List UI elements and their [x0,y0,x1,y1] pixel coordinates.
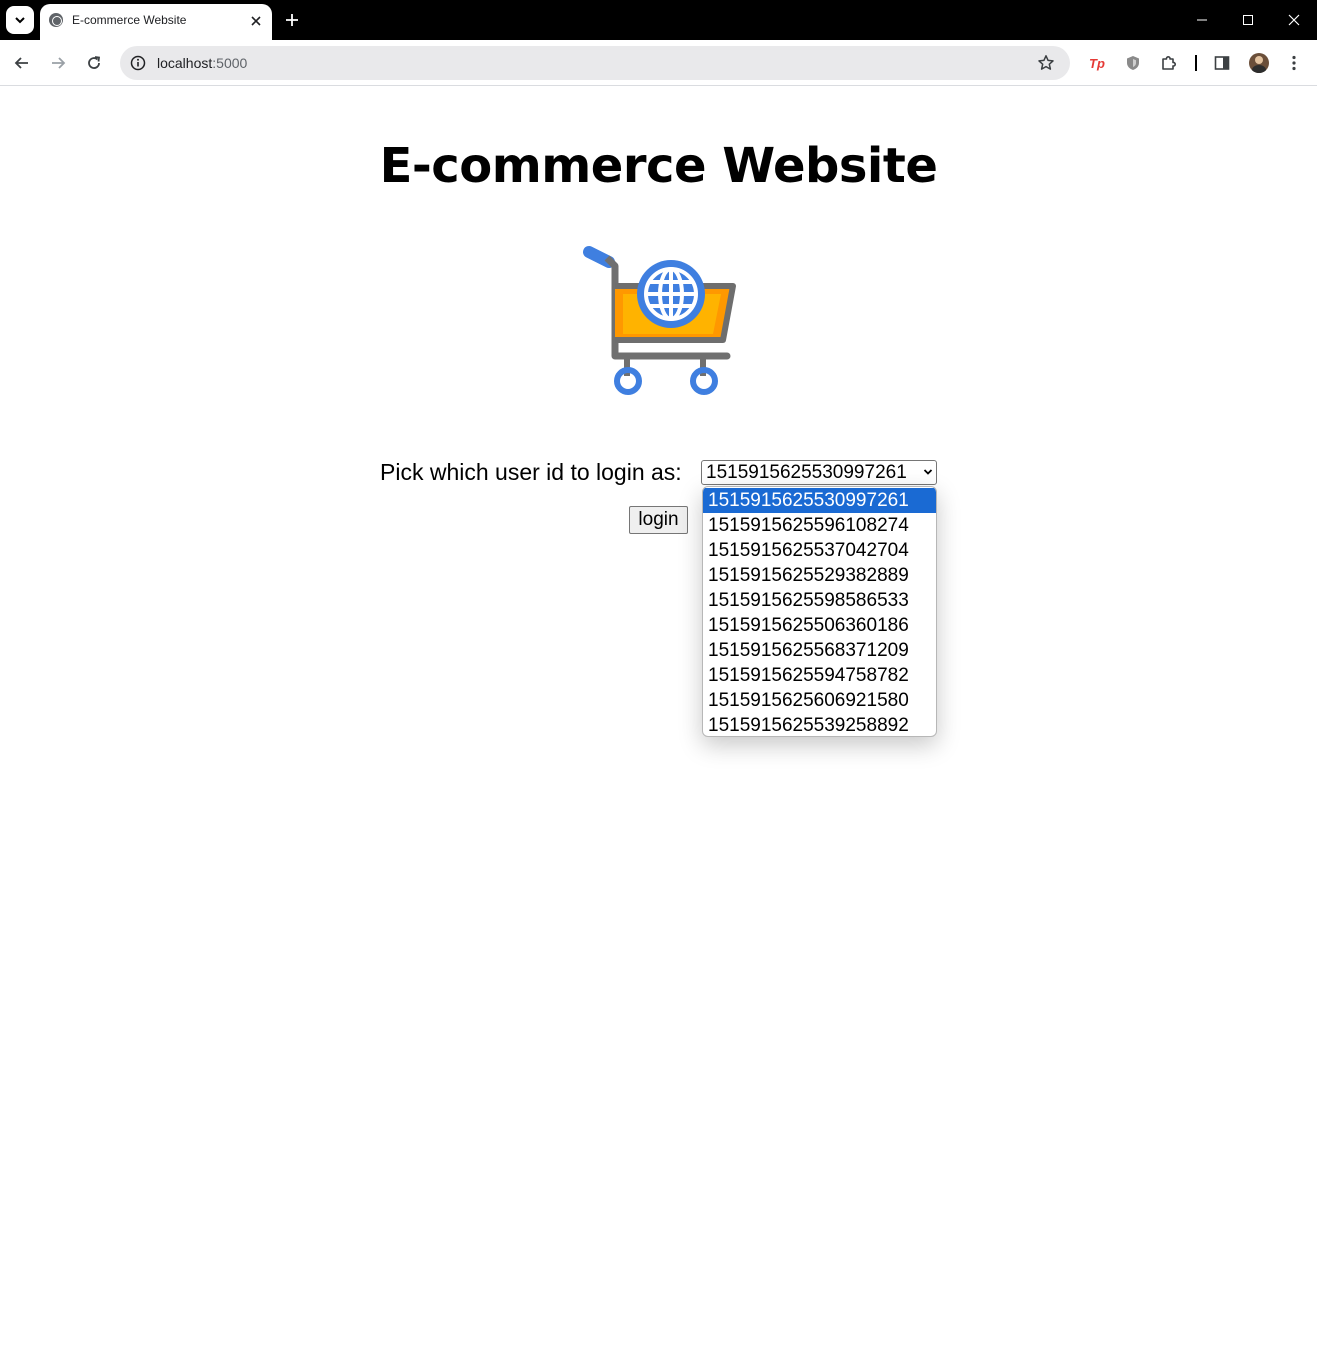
url-text: localhost:5000 [157,55,248,71]
user-id-option[interactable]: 1515915625529382889 [703,563,936,588]
minimize-button[interactable] [1179,0,1225,40]
user-id-option[interactable]: 1515915625596108274 [703,513,936,538]
user-id-option[interactable]: 1515915625530997261 [703,488,936,513]
maximize-icon [1243,15,1253,25]
arrow-right-icon [52,57,66,69]
shopping-cart-icon [583,246,736,395]
active-tab[interactable]: E-commerce Website [40,4,272,40]
plus-icon [286,14,298,26]
user-id-select[interactable]: 1515915625530997261 [701,460,937,485]
chevron-down-icon [923,469,933,475]
user-id-dropdown-list: 1515915625530997261 1515915625596108274 15… [702,486,937,737]
user-id-option[interactable]: 1515915625598586533 [703,588,936,613]
tab-title: E-commerce Website [72,13,187,27]
tab-close-button[interactable] [246,11,266,31]
reload-icon [88,56,101,69]
maximize-button[interactable] [1225,0,1271,40]
minimize-icon [1197,19,1207,21]
info-icon [130,55,146,71]
globe-icon [49,13,63,27]
tp-extension-icon: Tp [1089,55,1105,71]
side-panel-button[interactable] [1209,50,1235,76]
arrow-left-icon [14,57,28,69]
profile-avatar[interactable] [1249,53,1269,73]
user-id-option[interactable]: 1515915625568371209 [703,638,936,663]
toolbar-separator [1195,55,1197,71]
login-button[interactable]: login [629,506,688,534]
more-vertical-icon [1292,55,1296,71]
menu-button[interactable] [1281,50,1307,76]
shield-icon [1127,56,1139,70]
tab-search-button[interactable] [6,6,34,34]
shield-extension-button[interactable] [1120,50,1146,76]
browser-toolbar: localhost:5000 Tp [0,40,1317,86]
user-id-option[interactable]: 1515915625537042704 [703,538,936,563]
page-title: E-commerce Website [379,138,938,194]
user-id-option[interactable]: 1515915625594758782 [703,663,936,688]
forward-button[interactable] [44,49,72,77]
user-id-option[interactable]: 1515915625539258892 [703,713,936,736]
selected-user-id: 1515915625530997261 [706,462,907,483]
new-tab-button[interactable] [280,8,304,32]
user-id-option[interactable]: 1515915625506360186 [703,613,936,638]
side-panel-icon [1214,56,1230,70]
pick-user-label: Pick which user id to login as: [380,459,682,485]
user-id-option[interactable]: 1515915625606921580 [703,688,936,713]
extensions-button[interactable] [1156,50,1182,76]
site-info-button[interactable] [126,51,150,75]
bookmark-button[interactable] [1034,51,1058,75]
reload-button[interactable] [80,49,108,77]
tab-strip: E-commerce Website [0,0,1317,40]
window-close-button[interactable] [1271,0,1317,40]
back-button[interactable] [8,49,36,77]
chevron-down-icon [15,17,25,24]
close-icon [251,16,261,26]
address-bar[interactable]: localhost:5000 [120,46,1070,80]
star-icon [1038,55,1054,70]
puzzle-icon [1162,56,1176,70]
close-icon [1288,14,1300,26]
tp-extension-button[interactable]: Tp [1084,50,1110,76]
